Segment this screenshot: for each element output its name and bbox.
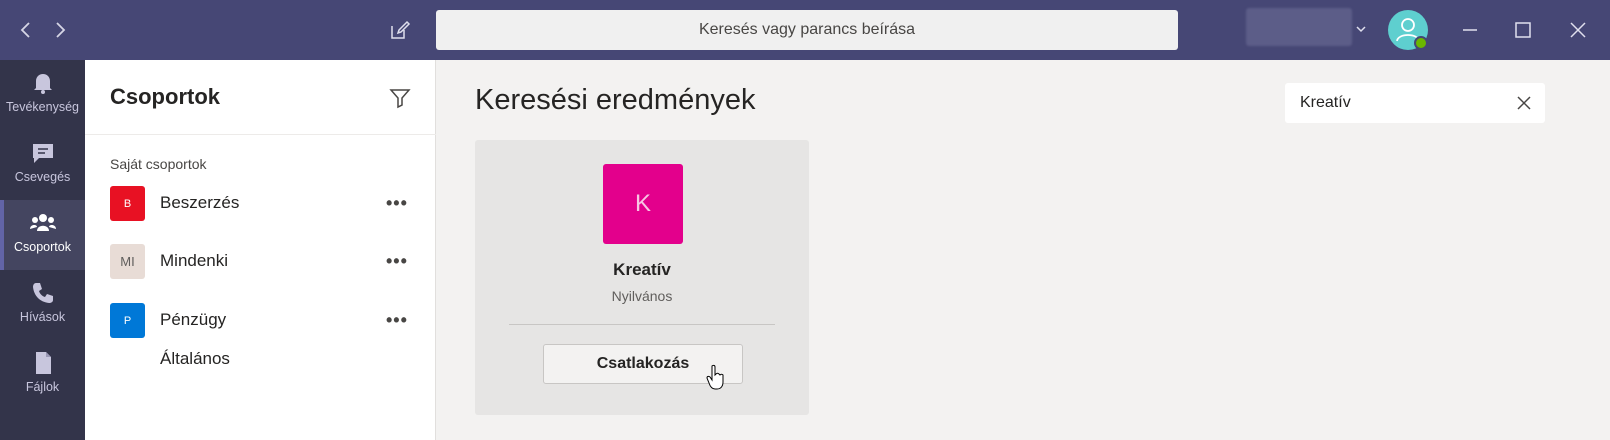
more-options-icon[interactable]: ••• — [386, 310, 408, 331]
maximize-icon[interactable] — [1508, 15, 1538, 45]
more-options-icon[interactable]: ••• — [386, 251, 408, 272]
phone-icon — [32, 283, 53, 303]
rail-item-label: Fájlok — [25, 380, 60, 394]
bell-icon — [33, 74, 52, 94]
team-name: Mindenki — [160, 251, 229, 270]
team-name: Beszerzés — [160, 193, 240, 212]
team-search-input[interactable]: Kreatív — [1285, 83, 1545, 123]
rail-item-label: Hívások — [19, 310, 66, 324]
team-avatar: P — [110, 303, 145, 338]
rail-item-label: Csevegés — [14, 170, 71, 184]
presence-badge — [1414, 36, 1428, 50]
team-name: Kreatív — [613, 260, 671, 279]
teams-icon — [29, 214, 56, 231]
team-item-penzugy[interactable]: P Pénzügy ••• — [85, 293, 436, 349]
team-item-mindenki[interactable]: MI Mindenki ••• — [85, 234, 436, 290]
divider — [509, 324, 775, 325]
search-placeholder: Keresés vagy parancs beírása — [698, 21, 916, 38]
rail-item-label: Tevékenység — [6, 100, 79, 114]
team-item-beszerzes[interactable]: B Beszerzés ••• — [85, 176, 436, 232]
rail-item-activity[interactable]: Tevékenység — [0, 60, 85, 130]
team-result-card: K Kreatív Nyilvános Csatlakozás — [475, 140, 809, 415]
organization-switcher[interactable] — [1246, 8, 1352, 46]
team-avatar: K — [603, 164, 683, 244]
chat-icon — [32, 144, 53, 163]
rail-item-chat[interactable]: Csevegés — [0, 130, 85, 200]
page-title: Keresési eredmények — [475, 84, 756, 116]
close-icon[interactable] — [1563, 15, 1593, 45]
app-rail: Tevékenység Csevegés Csoportok Hívások F… — [0, 60, 85, 440]
team-avatar: B — [110, 186, 145, 221]
search-input[interactable]: Keresés vagy parancs beírása — [436, 10, 1178, 50]
channel-item-general[interactable]: Általános — [160, 349, 230, 369]
teams-panel: Csoportok Saját csoportok B Beszerzés ••… — [85, 60, 436, 440]
compose-icon[interactable] — [388, 18, 412, 42]
rail-item-label: Csoportok — [14, 240, 71, 254]
team-name: Pénzügy — [160, 310, 227, 329]
hand-cursor-icon — [706, 364, 724, 390]
scrollbar[interactable] — [1600, 60, 1610, 440]
rail-item-teams[interactable]: Csoportok — [0, 200, 85, 270]
rail-item-files[interactable]: Fájlok — [0, 340, 85, 410]
team-search-value: Kreatív — [1300, 94, 1351, 111]
filter-icon[interactable] — [388, 86, 412, 110]
file-icon — [35, 352, 51, 374]
minimize-icon[interactable] — [1455, 15, 1485, 45]
more-options-icon[interactable]: ••• — [386, 193, 408, 214]
team-privacy: Nyilvános — [611, 288, 673, 304]
panel-title: Csoportok — [110, 84, 220, 109]
title-bar: Keresés vagy parancs beírása — [0, 0, 1610, 60]
team-avatar: MI — [110, 244, 145, 279]
forward-arrow-icon[interactable] — [48, 18, 72, 42]
section-label: Saját csoportok — [110, 156, 207, 172]
chevron-down-icon[interactable] — [1354, 22, 1368, 36]
divider — [85, 134, 436, 135]
rail-item-calls[interactable]: Hívások — [0, 270, 85, 340]
clear-search-icon[interactable] — [1514, 93, 1534, 113]
back-arrow-icon[interactable] — [14, 18, 38, 42]
